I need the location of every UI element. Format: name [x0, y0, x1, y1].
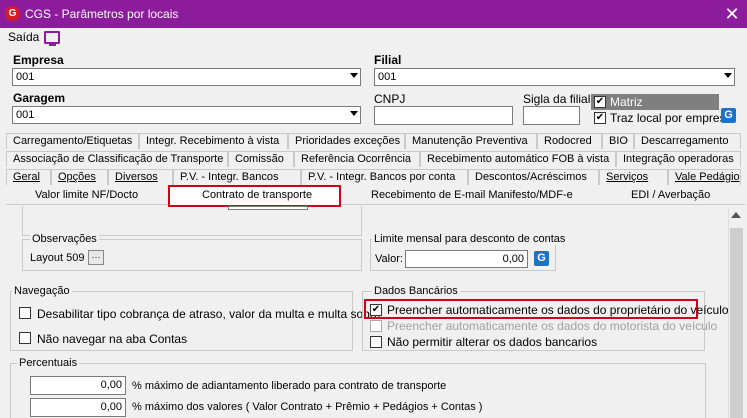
preencher-motorista-checkbox[interactable] [370, 320, 382, 332]
empresa-label: Empresa [13, 53, 64, 67]
tab-carregamento[interactable]: Carregamento/Etiquetas [6, 133, 139, 149]
tab-comissao[interactable]: Comissão [228, 151, 294, 167]
subtab-edi-averbacao[interactable]: EDI / Averbação [631, 185, 710, 205]
tab-opcoes[interactable]: Opções [51, 169, 108, 185]
tab-row-1: Carregamento/Etiquetas Integr. Recebimen… [6, 133, 741, 149]
app-logo-icon: G [5, 6, 20, 21]
tab-associacao[interactable]: Associação de Classificação de Transport… [6, 151, 228, 167]
valor-input[interactable]: 0,00 [405, 250, 528, 268]
traz-local-label: Traz local por empresa [610, 111, 733, 125]
cnpj-input[interactable] [374, 106, 513, 125]
monitor-icon[interactable] [44, 31, 60, 46]
tab-recebimento-fob[interactable]: Recebimento automático FOB à vista [420, 151, 616, 167]
filial-select[interactable]: 001 [374, 68, 735, 86]
layout-label: Layout 509 [30, 252, 85, 264]
nao-navegar-checkbox[interactable] [19, 332, 31, 344]
tab-integr-recebimento[interactable]: Integr. Recebimento à vista [139, 133, 288, 149]
partial-input[interactable] [228, 206, 308, 210]
tab-bio[interactable]: BIO [602, 133, 634, 149]
tab-vale-pedagio[interactable]: Vale Pedágio [668, 169, 741, 185]
limite-title: Limite mensal para desconto de contas [372, 233, 568, 245]
chevron-down-icon[interactable] [724, 73, 732, 78]
subtab-recebimento-email[interactable]: Recebimento de E-mail Manifesto/MDF-e [371, 185, 573, 205]
tab-row-2: Associação de Classificação de Transport… [6, 151, 741, 167]
valor-label: Valor: [375, 253, 403, 265]
empresa-select[interactable]: 001 [12, 68, 361, 86]
filial-label: Filial [374, 53, 402, 67]
matriz-label: Matriz [610, 95, 643, 109]
matriz-checkbox[interactable]: ✔ [594, 96, 606, 108]
preencher-motorista-label: Preencher automaticamente os dados do mo… [387, 319, 718, 333]
nao-permitir-checkbox[interactable] [370, 336, 382, 348]
desabilitar-checkbox[interactable] [19, 307, 31, 319]
window-title: CGS - Parâmetros por locais [25, 7, 179, 21]
tab-rodocred[interactable]: Rodocred [537, 133, 602, 149]
garagem-label: Garagem [13, 91, 66, 105]
tab-geral[interactable]: Geral [6, 169, 51, 185]
tab-row-3: Geral Opções Diversos P.V. - Integr. Ban… [6, 169, 741, 185]
tab-referencia-ocorrencia[interactable]: Referência Ocorrência [294, 151, 420, 167]
filial-value: 001 [378, 71, 397, 83]
subtab-valor-limite[interactable]: Valor limite NF/Docto [35, 185, 138, 205]
tab-servicos[interactable]: Serviços [599, 169, 668, 185]
percentuais-title: Percentuais [17, 357, 80, 369]
valores-label: % máximo dos valores ( Valor Contrato + … [132, 401, 483, 413]
cnpj-label: CNPJ [374, 92, 406, 106]
tab-pv-integr-bancos[interactable]: P.V. - Integr. Bancos [173, 169, 301, 185]
scroll-thumb[interactable] [730, 228, 743, 418]
traz-local-checkbox[interactable]: ✔ [594, 112, 606, 124]
valores-input[interactable]: 0,00 [30, 398, 126, 417]
chevron-down-icon[interactable] [350, 111, 358, 116]
sigla-label: Sigla da filial [523, 92, 591, 106]
nao-permitir-label: Não permitir alterar os dados bancarios [387, 335, 598, 349]
adiantamento-label: % máximo de adiantamento liberado para c… [132, 380, 447, 392]
subtab-contrato-transporte[interactable]: Contrato de transporte [168, 185, 341, 207]
empresa-value: 001 [16, 71, 35, 83]
tab-descontos[interactable]: Descontos/Acréscimos [468, 169, 599, 185]
preencher-proprietario-checkbox[interactable]: ✔ [370, 304, 382, 316]
close-button[interactable]: ✕ [720, 4, 744, 24]
garagem-select[interactable]: 001 [12, 106, 361, 124]
previous-group [22, 206, 362, 236]
tab-prioridades[interactable]: Prioridades exceções [288, 133, 405, 149]
chevron-down-icon[interactable] [350, 73, 358, 78]
tab-diversos[interactable]: Diversos [108, 169, 173, 185]
tab-pv-integr-bancos-conta[interactable]: P.V. - Integr. Bancos por conta [301, 169, 468, 185]
sigla-input[interactable] [523, 106, 580, 125]
adiantamento-input[interactable]: 0,00 [30, 376, 126, 395]
preencher-proprietario-label: Preencher automaticamente os dados do pr… [387, 303, 729, 317]
tab-integracao-operadoras[interactable]: Integração operadoras [616, 151, 741, 167]
nao-navegar-label: Não navegar na aba Contas [37, 332, 188, 346]
navegacao-title: Navegação [12, 285, 72, 297]
refresh-icon[interactable]: G [721, 108, 736, 123]
menu-saida[interactable]: Saída [8, 30, 39, 44]
garagem-value: 001 [16, 109, 35, 121]
layout-button[interactable]: ··· [88, 250, 104, 265]
tab-descarregamento[interactable]: Descarregamento [634, 133, 741, 149]
tab-manutencao[interactable]: Manutenção Preventiva [405, 133, 537, 149]
scroll-up-icon[interactable] [731, 212, 741, 218]
dados-bancarios-title: Dados Bancários [372, 285, 460, 297]
refresh-icon[interactable]: G [534, 251, 549, 266]
desabilitar-label: Desabilitar tipo cobrança de atraso, val… [37, 307, 381, 321]
observacoes-title: Observações [30, 233, 99, 245]
